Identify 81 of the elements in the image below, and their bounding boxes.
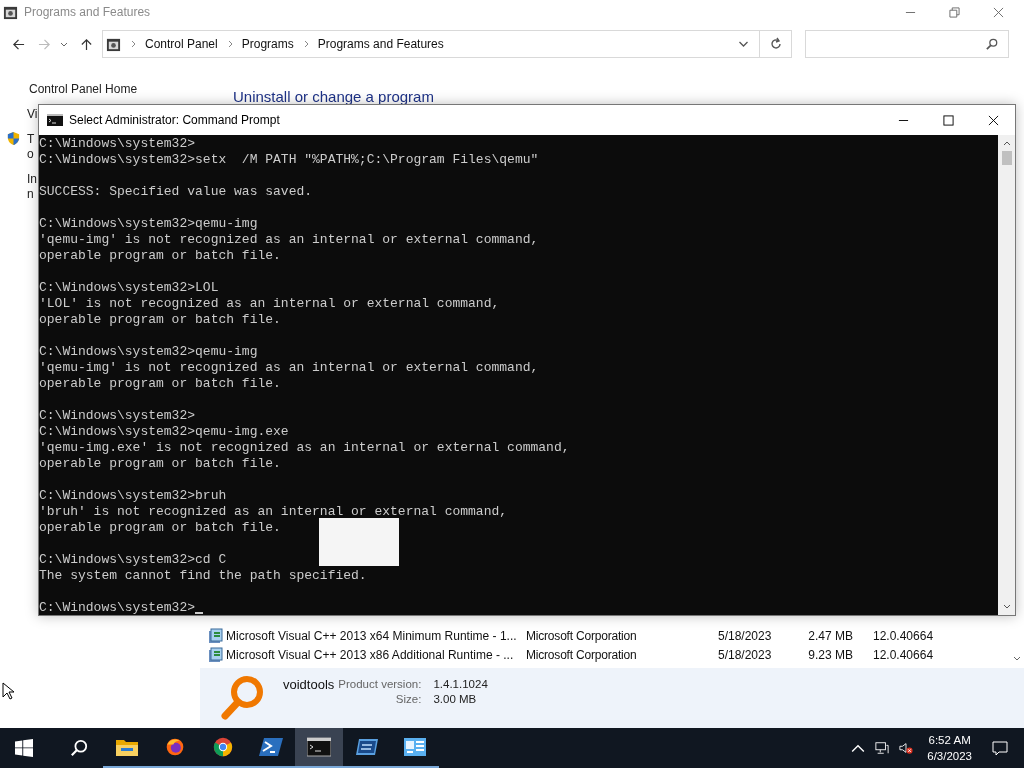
refresh-button[interactable] — [760, 30, 792, 58]
publisher-name: voidtools — [283, 677, 335, 692]
program-row[interactable]: Microsoft Visual C++ 2013 x64 Minimum Runtime - 1... Microsoft Corporation 5/18/2023 2.47 MB 12.0.40664 — [200, 626, 1010, 645]
text-cursor — [195, 612, 204, 614]
console-line: The system cannot find the path specified. — [39, 568, 367, 584]
breadcrumb-item[interactable]: Programs and Features — [317, 37, 444, 51]
console-line: operable program or batch file. — [39, 248, 281, 264]
detail-value: 1.4.1.1024 — [433, 678, 488, 690]
chevron-down-icon[interactable] — [1013, 656, 1021, 662]
notification-icon[interactable] — [992, 740, 1008, 756]
detail-label: Size: — [394, 693, 422, 705]
console-line: 'qemu-img' is not recognized as an internal or external command, — [39, 232, 539, 248]
sidebar-link[interactable]: In — [27, 171, 37, 186]
breadcrumb-item[interactable]: Programs — [241, 37, 294, 51]
console-line: C:\Windows\system32> — [39, 600, 196, 616]
detail-value: 3.00 MB — [433, 693, 478, 705]
console-icon — [307, 737, 331, 757]
console-line: operable program or batch file. — [39, 376, 281, 392]
sidebar-link[interactable]: Control Panel Home — [29, 82, 200, 96]
console-icon — [47, 114, 63, 126]
console-line: 'qemu-img' is not recognized as an internal or external command, — [39, 360, 539, 376]
console-line: operable program or batch file. — [39, 456, 281, 472]
control-panel-icon — [403, 737, 427, 757]
window-icon — [355, 737, 379, 757]
program-row[interactable]: Microsoft Visual C++ 2013 x86 Additional Runtime - ... Microsoft Corporation 5/18/2023 9.23 MB 12.0.40664 — [200, 645, 1010, 664]
taskbar-app[interactable] — [295, 728, 343, 768]
refresh-icon — [768, 37, 783, 51]
muted-speaker-icon[interactable] — [899, 741, 914, 755]
browser-icon — [211, 737, 235, 757]
console-line: C:\Windows\system32> — [39, 136, 196, 152]
chevron-up-icon[interactable] — [1002, 140, 1011, 146]
console-line: C:\Windows\system32>LOL — [39, 280, 219, 296]
back-arrow-icon[interactable] — [12, 37, 25, 51]
console-line: C:\Windows\system32> — [39, 408, 196, 424]
address-bar[interactable]: Control Panel Programs Programs and Features — [102, 30, 760, 58]
chevron-down-icon[interactable] — [1002, 604, 1011, 610]
window-title: Programs and Features — [24, 5, 151, 19]
chevron-down-icon[interactable] — [60, 40, 68, 48]
console-line: 'LOL' is not recognized as an internal or external command, — [39, 296, 500, 312]
console-line: operable program or batch file. — [39, 520, 281, 536]
console-line: C:\Windows\system32>cd C — [39, 552, 227, 568]
console-line: C:\Windows\system32>setx /M PATH "%PATH%;C:\Program Files\qemu" — [39, 152, 539, 168]
window-title: Select Administrator: Command Prompt — [69, 113, 280, 127]
shield-icon — [6, 131, 21, 146]
sidebar-link[interactable]: n — [27, 186, 34, 201]
start-icon[interactable] — [15, 739, 33, 757]
close-icon[interactable] — [988, 114, 999, 126]
scroll-thumb[interactable] — [1001, 151, 1012, 165]
page-heading: Uninstall or change a program — [233, 88, 435, 105]
breadcrumb-item[interactable]: Control Panel — [145, 37, 218, 51]
control-panel-icon — [106, 36, 121, 52]
chevron-right-icon — [227, 40, 234, 48]
chevron-down-icon[interactable] — [738, 40, 749, 48]
console-line: C:\Windows\system32>qemu-img.exe — [39, 424, 289, 440]
console-line: operable program or batch file. — [39, 312, 281, 328]
console-line: C:\Windows\system32>bruh — [39, 488, 227, 504]
up-arrow-icon[interactable] — [80, 37, 93, 51]
sidebar-link[interactable]: o — [27, 146, 34, 161]
chevron-right-icon — [303, 40, 310, 48]
detail-label: Product version: — [338, 678, 422, 690]
restore-icon[interactable] — [949, 6, 960, 18]
search-icon — [986, 38, 998, 50]
chevron-right-icon — [131, 40, 137, 48]
scrollbar[interactable] — [998, 135, 1015, 615]
maximize-icon[interactable] — [943, 114, 954, 126]
console-line: 'qemu-img.exe' is not recognized as an internal or external command, — [39, 440, 570, 456]
installer-icon — [208, 646, 224, 663]
console-line: SUCCESS: Specified value was saved. — [39, 184, 313, 200]
control-panel-icon — [3, 4, 18, 20]
network-icon[interactable] — [875, 741, 890, 755]
shell-prompt-icon — [259, 737, 283, 757]
clock[interactable]: 6:52 AM 6/3/2023 — [927, 732, 972, 764]
search-field[interactable] — [805, 30, 1009, 58]
console-line: C:\Windows\system32>qemu-img — [39, 344, 258, 360]
search-icon[interactable] — [70, 739, 88, 757]
sidebar-link[interactable]: T — [27, 131, 35, 146]
console-line: C:\Windows\system32>qemu-img — [39, 216, 258, 232]
folder-icon — [115, 737, 139, 757]
installer-icon — [208, 627, 224, 644]
console-line: 'bruh' is not recognized as an internal or external command, — [39, 504, 508, 520]
sidebar-link[interactable]: Vi — [27, 106, 38, 121]
